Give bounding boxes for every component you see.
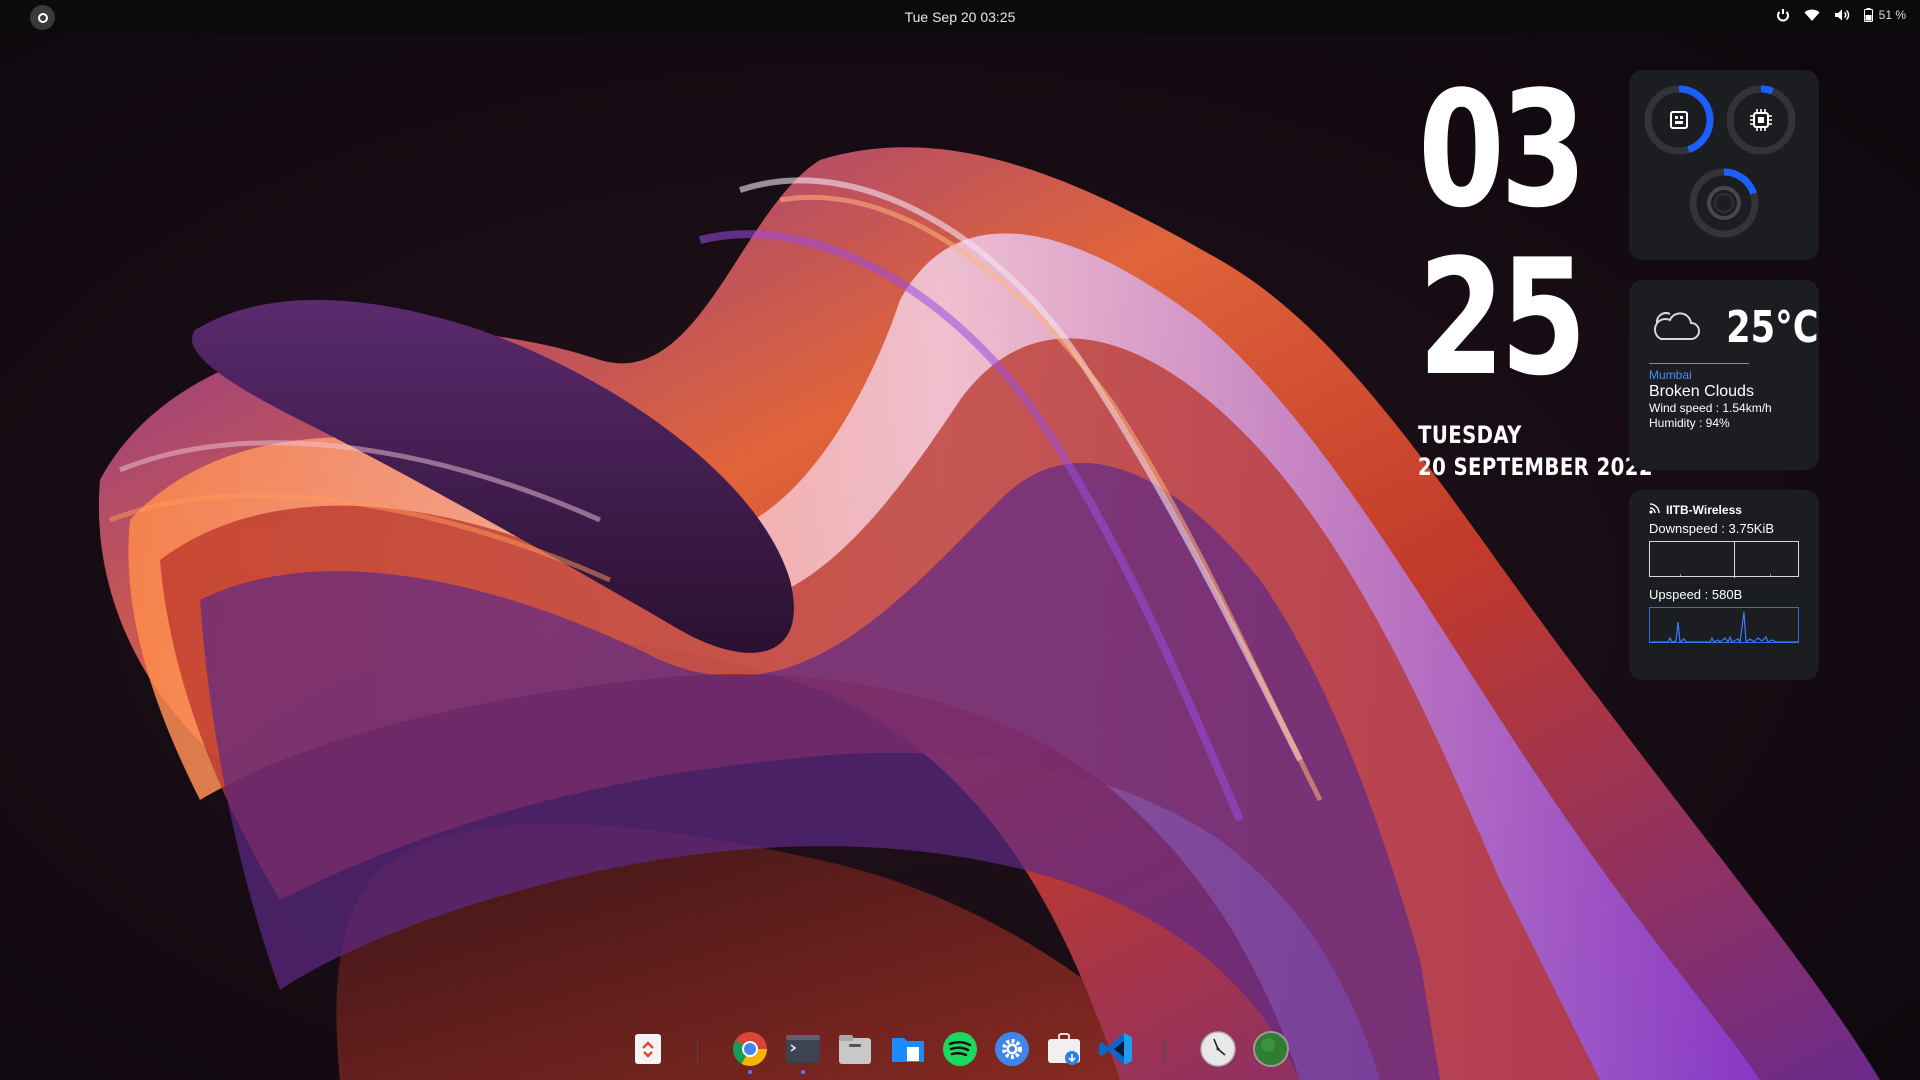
network-header: IITB-Wireless [1649,502,1799,517]
dock-item-files[interactable] [836,1030,874,1068]
dock-item-trash[interactable] [629,1030,667,1068]
software-store-icon [1048,1033,1080,1065]
top-panel: Tue Sep 20 03:25 51 % [0,0,1920,34]
settings-icon [995,1032,1029,1066]
top-clock[interactable]: Tue Sep 20 03:25 [0,9,1920,25]
weather-divider [1649,363,1749,364]
clock-icon [1200,1031,1236,1067]
trash-icon [635,1034,661,1064]
system-monitor-widget [1629,70,1819,260]
battery-percentage[interactable]: 51 % [1879,8,1906,22]
network-downspeed: Downspeed : 3.75KiB [1649,521,1775,536]
weather-widget: 25°C Mumbai Broken Clouds Wind speed : 1… [1629,280,1819,470]
memory-icon [1670,111,1688,129]
clock-day: TUESDAY [1418,421,1522,449]
dock-item-app-green[interactable] [1252,1030,1290,1068]
battery-icon[interactable] [1863,8,1873,22]
wifi-signal-icon [1649,502,1661,517]
wifi-icon[interactable] [1804,9,1820,22]
cloud-icon [1649,305,1703,350]
folder-icon [892,1038,924,1062]
dock-item-settings[interactable] [993,1030,1031,1068]
system-tray[interactable]: 51 % [1776,8,1906,22]
dock-item-software[interactable] [1045,1030,1083,1068]
network-ssid: IITB-Wireless [1666,502,1742,517]
terminal-icon [786,1035,820,1063]
chrome-icon [733,1032,767,1066]
cpu-icon [1750,109,1772,131]
dock-item-spotify[interactable] [941,1030,979,1068]
weather-wind: Wind speed : 1.54km/h [1649,401,1772,415]
running-indicator [748,1070,752,1074]
clock-hours: 03 [1418,56,1587,243]
spotify-icon [943,1032,977,1066]
running-indicator [801,1070,805,1074]
green-circle-icon [1253,1031,1289,1067]
dock-item-vscode[interactable] [1097,1030,1135,1068]
dock-item-file-manager[interactable] [889,1030,927,1068]
downspeed-graph [1649,541,1799,578]
dock [0,1030,1920,1074]
disk-icon [1707,186,1741,220]
weather-city: Mumbai [1649,368,1692,382]
clock-date: 20 SEPTEMBER 2022 [1418,453,1653,481]
upspeed-graph [1649,607,1799,644]
dock-item-terminal[interactable] [784,1030,822,1074]
memory-gauge [1643,84,1715,156]
dock-item-chrome[interactable] [731,1030,769,1074]
weather-temperature: 25°C [1726,302,1819,353]
network-widget: IITB-Wireless Downspeed : 3.75KiB Upspee… [1629,490,1819,680]
network-upspeed: Upspeed : 580B [1649,587,1743,602]
clock-minutes: 25 [1418,224,1587,411]
dock-separator [1164,1038,1165,1064]
vscode-icon [1099,1033,1132,1065]
weather-humidity: Humidity : 94% [1649,416,1730,430]
cpu-gauge [1725,84,1797,156]
power-profile-icon[interactable] [1776,8,1790,22]
disk-gauge [1688,167,1760,239]
volume-icon[interactable] [1834,8,1850,22]
dock-separator [697,1038,698,1064]
dock-item-clocks[interactable] [1199,1030,1237,1068]
files-icon [839,1035,871,1064]
weather-condition: Broken Clouds [1649,383,1754,400]
